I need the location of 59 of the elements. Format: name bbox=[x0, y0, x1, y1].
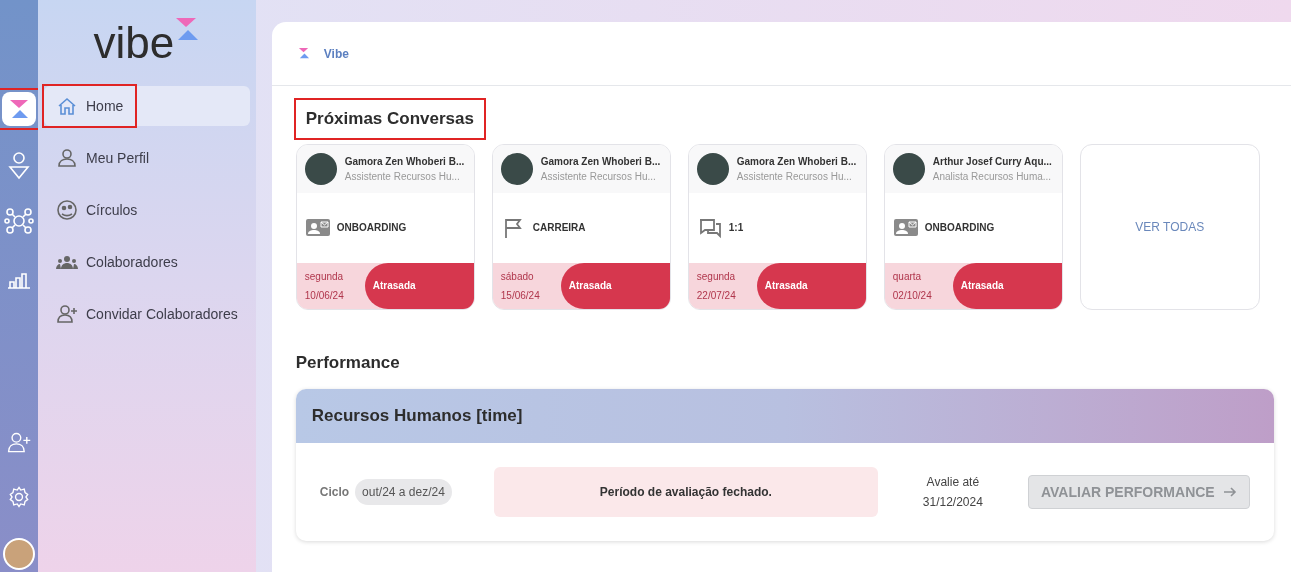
person-role: Assistente Recursos Hu... bbox=[344, 169, 461, 184]
person-name: Gamora Zen Whoberi B... bbox=[344, 154, 465, 169]
nav-item[interactable]: Colaboradores bbox=[44, 242, 250, 282]
conversation-type: 1:1 bbox=[728, 221, 744, 235]
nav-item[interactable]: Home bbox=[44, 86, 250, 126]
nav-label: Convidar Colaboradores bbox=[86, 304, 238, 324]
nav-item[interactable]: Círculos bbox=[44, 190, 250, 230]
nav-label: Colaboradores bbox=[86, 252, 178, 272]
vibe-logo-icon bbox=[297, 47, 310, 60]
arrow-icon bbox=[1222, 485, 1237, 499]
deadline-label: Avalie até bbox=[926, 474, 980, 491]
conversation-card[interactable]: Gamora Zen Whoberi B... Assistente Recursos Hu... ONBOARDING segunda 10/06/24 Atrasada bbox=[295, 143, 475, 310]
cycle-chip: out/24 a dez/24 bbox=[355, 479, 452, 505]
weekday: segunda bbox=[696, 269, 737, 284]
team-title: Recursos Humanos [time] bbox=[311, 405, 523, 428]
deadline-date: 31/12/2024 bbox=[922, 494, 983, 511]
conversation-date: 02/10/24 bbox=[892, 288, 933, 303]
overdue-badge: Atrasada bbox=[560, 262, 670, 309]
person-name: Gamora Zen Whoberi B... bbox=[540, 154, 661, 169]
weekday: quarta bbox=[892, 269, 923, 284]
closed-notice: Período de avaliação fechado. bbox=[493, 467, 878, 517]
overdue-badge: Atrasada bbox=[756, 262, 866, 309]
see-all-button[interactable]: VER TODAS bbox=[1079, 143, 1260, 310]
conversation-date: 22/07/24 bbox=[696, 288, 737, 303]
avatar-placeholder bbox=[892, 152, 925, 185]
nav-item[interactable]: Convidar Colaboradores bbox=[44, 294, 250, 334]
weekday: sábado bbox=[500, 269, 535, 284]
overdue-badge: Atrasada bbox=[364, 262, 474, 309]
weekday: segunda bbox=[304, 269, 345, 284]
conversation-card[interactable]: Gamora Zen Whoberi B... Assistente Recursos Hu... CARREIRA sábado 15/06/24 Atrasada bbox=[491, 143, 671, 310]
avatar-placeholder bbox=[500, 152, 533, 185]
overdue-badge: Atrasada bbox=[952, 262, 1062, 309]
conversation-type: ONBOARDING bbox=[924, 221, 995, 235]
home-icon bbox=[56, 95, 78, 117]
person-name: Gamora Zen Whoberi B... bbox=[736, 154, 857, 169]
nav-label: Círculos bbox=[86, 200, 138, 220]
conversation-type: ONBOARDING bbox=[336, 221, 407, 235]
section-title: Próximas Conversas bbox=[295, 100, 484, 138]
vibe-logo: vibe bbox=[93, 17, 201, 69]
cycle-label: Ciclo bbox=[319, 484, 350, 501]
avatar-placeholder[interactable] bbox=[3, 538, 35, 570]
conversation-card[interactable]: Arthur Josef Curry Aqu... Analista Recursos Huma... ONBOARDING quarta 02/10/24 Atrasada bbox=[883, 143, 1063, 310]
conversation-type: CARREIRA bbox=[532, 221, 586, 235]
conversation-date: 10/06/24 bbox=[304, 288, 345, 303]
section-title: Performance bbox=[295, 351, 401, 374]
person-role: Assistente Recursos Hu... bbox=[540, 169, 657, 184]
breadcrumb-link[interactable]: Vibe bbox=[323, 44, 349, 63]
person-name: Arthur Josef Curry Aqu... bbox=[932, 154, 1052, 169]
avatar-placeholder bbox=[696, 152, 729, 185]
conversation-date: 15/06/24 bbox=[500, 288, 541, 303]
person-role: Analista Recursos Huma... bbox=[932, 169, 1052, 184]
nav-item[interactable]: Meu Perfil bbox=[44, 138, 250, 178]
conversation-card[interactable]: Gamora Zen Whoberi B... Assistente Recursos Hu... 1:1 segunda 22/07/24 Atrasada bbox=[687, 143, 867, 310]
person-role: Assistente Recursos Hu... bbox=[736, 169, 853, 184]
avatar-placeholder bbox=[304, 152, 337, 185]
nav-label: Home bbox=[86, 96, 124, 116]
add-user-icon bbox=[56, 303, 78, 325]
person-icon bbox=[56, 147, 78, 169]
nav-label: Meu Perfil bbox=[86, 148, 150, 168]
